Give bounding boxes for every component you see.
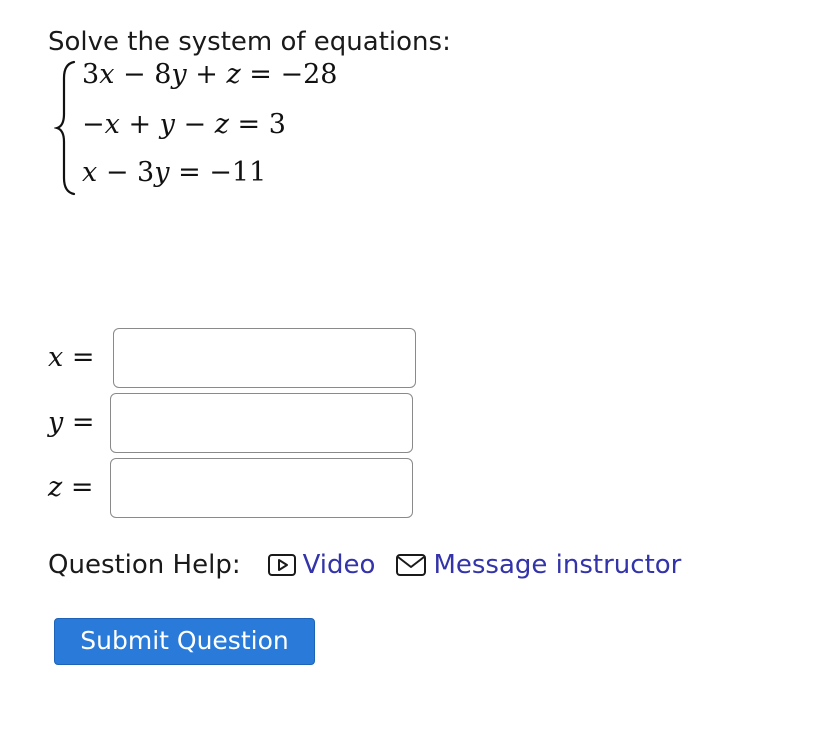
question-help-label: Question Help:	[48, 550, 241, 580]
y-label: y =	[48, 407, 95, 438]
video-link-label: Video	[302, 550, 376, 580]
submit-question-button[interactable]: Submit Question	[54, 618, 315, 665]
message-instructor-label: Message instructor	[433, 550, 682, 580]
message-instructor-link[interactable]: Message instructor	[395, 546, 681, 584]
x-label: x =	[48, 342, 95, 373]
z-label: z =	[48, 472, 94, 503]
play-icon	[267, 554, 296, 576]
question-prompt: Solve the system of equations:	[48, 27, 451, 57]
video-link[interactable]: Video	[267, 546, 376, 584]
equation-2: −x + y − z = 3	[82, 109, 286, 140]
z-answer-input[interactable]	[110, 458, 413, 518]
question-help: Question Help: Video Message instructor	[48, 546, 681, 584]
equation-3: x − 3y = −11	[82, 157, 267, 188]
y-answer-input[interactable]	[110, 393, 413, 453]
equation-1: 3x − 8y + z = −28	[82, 59, 338, 90]
x-answer-input[interactable]	[113, 328, 416, 388]
left-brace	[54, 60, 76, 196]
envelope-icon	[396, 554, 427, 576]
